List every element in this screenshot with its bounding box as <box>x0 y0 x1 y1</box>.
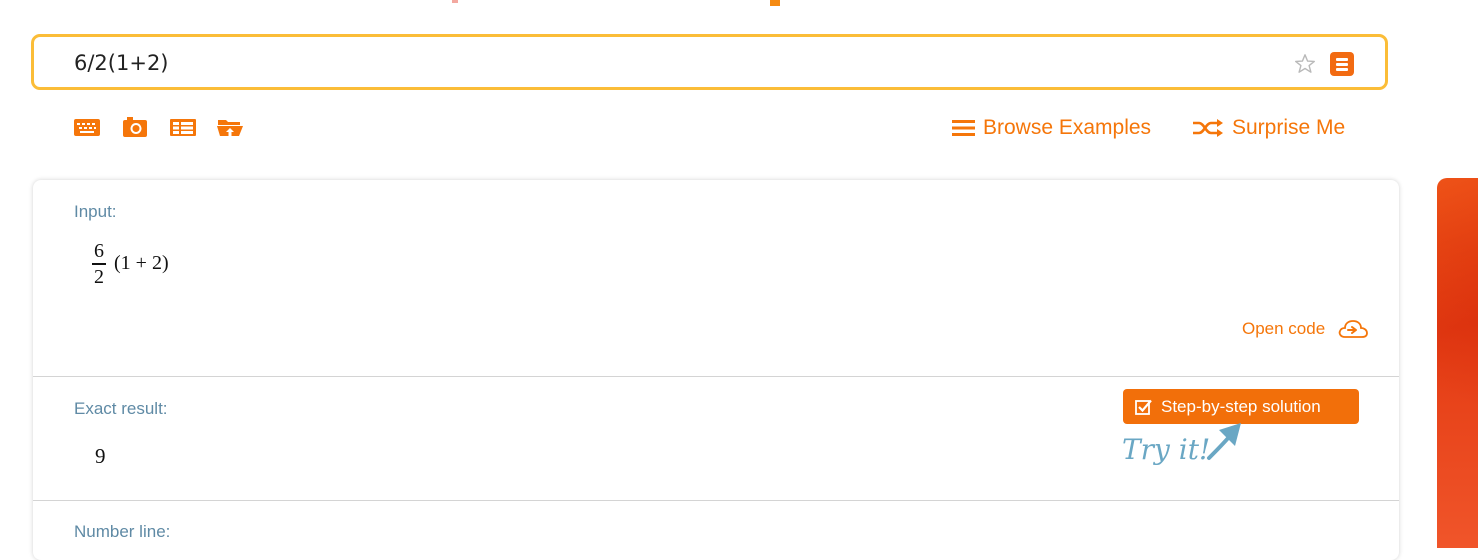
number-line-pod-title: Number line: <box>74 522 171 541</box>
folder-upload-icon[interactable] <box>216 115 244 139</box>
fraction-numerator: 6 <box>94 240 104 262</box>
cloud-arrow-icon <box>1338 320 1369 338</box>
input-pod-title: Input: <box>74 202 117 221</box>
fraction-denominator: 2 <box>94 265 104 288</box>
menu-icon <box>952 120 975 136</box>
open-code-label: Open code <box>1242 319 1326 338</box>
browse-examples-link[interactable]: Browse Examples <box>952 113 1151 143</box>
checkbox-checked-icon <box>1135 399 1152 415</box>
banner-fragment <box>770 0 780 6</box>
try-it-hint: Try it! <box>1122 433 1211 466</box>
wolfram-alpha-logo-icon[interactable] <box>1330 52 1354 76</box>
search-box <box>31 34 1388 90</box>
keyboard-icon[interactable] <box>73 115 101 139</box>
star-outline-icon[interactable] <box>1293 52 1317 76</box>
step-by-step-label: Step-by-step solution <box>1161 396 1321 416</box>
table-icon[interactable] <box>169 115 197 139</box>
shuffle-icon <box>1193 119 1223 137</box>
browse-examples-label: Browse Examples <box>983 116 1152 139</box>
pod-divider <box>33 500 1399 501</box>
fraction-bar <box>92 263 106 265</box>
top-banner-edge <box>0 0 1478 8</box>
camera-icon[interactable] <box>121 115 149 139</box>
exact-result-value: 9 <box>95 444 106 468</box>
fraction: 6 2 <box>91 240 107 288</box>
open-code-link[interactable]: Open code <box>1242 318 1369 340</box>
curved-arrow-icon <box>1207 423 1241 460</box>
parenthetical-term: (1 + 2) <box>114 252 169 274</box>
banner-fragment <box>452 0 458 3</box>
surprise-me-link[interactable]: Surprise Me <box>1192 113 1345 143</box>
step-by-step-button[interactable]: Step-by-step solution <box>1123 389 1359 424</box>
exact-result-pod-title: Exact result: <box>74 399 168 418</box>
surprise-me-label: Surprise Me <box>1232 116 1346 139</box>
search-input[interactable] <box>74 49 1254 77</box>
pod-divider <box>33 376 1399 377</box>
results-card: Input: 6 2 (1 + 2) Open code Exact resul… <box>33 180 1399 560</box>
side-ad-banner[interactable] <box>1437 178 1478 548</box>
